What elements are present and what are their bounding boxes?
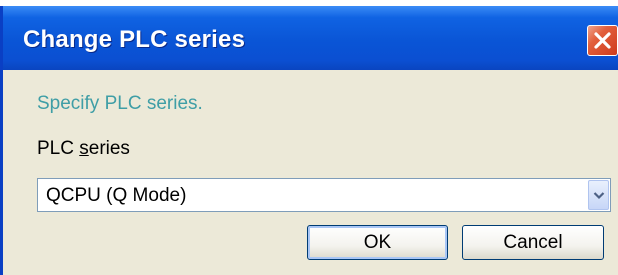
dialog-body: Specify PLC series. PLC series QCPU (Q M… [3,70,618,275]
close-icon [594,32,611,49]
plc-series-label: PLC series [37,138,130,160]
close-button[interactable] [587,25,618,56]
dropdown-button[interactable] [588,180,609,210]
plc-series-selected-value: QCPU (Q Mode) [46,185,187,206]
ok-button[interactable]: OK [307,225,448,260]
change-plc-series-dialog: Change PLC series Specify PLC series. PL… [0,6,618,275]
plc-series-label-prefix: PLC [37,138,80,159]
cancel-button[interactable]: Cancel [462,225,604,260]
instruction-text: Specify PLC series. [37,93,203,114]
chevron-down-icon [593,192,605,200]
plc-series-label-suffix: eries [88,138,130,159]
plc-series-select[interactable]: QCPU (Q Mode) [37,178,611,212]
plc-series-label-mnemonic: s [79,138,89,159]
window-title: Change PLC series [23,26,246,53]
title-bar[interactable]: Change PLC series [3,6,618,70]
